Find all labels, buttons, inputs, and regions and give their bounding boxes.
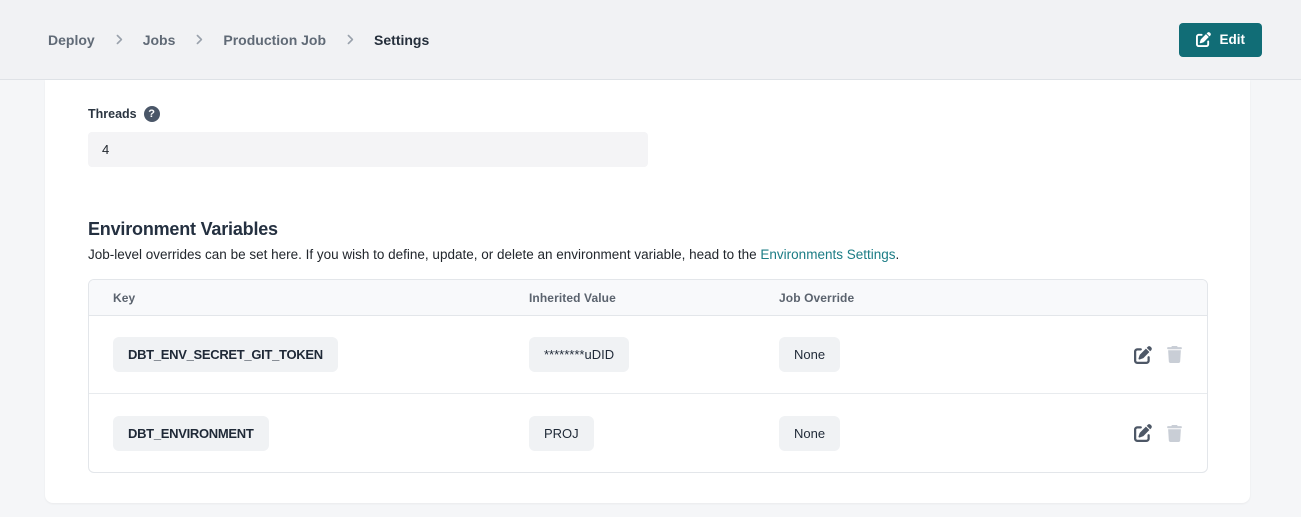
edit-row-button[interactable] [1134, 346, 1152, 364]
delete-row-button[interactable] [1167, 346, 1182, 363]
pencil-square-icon [1134, 346, 1152, 364]
job-override-value: None [779, 416, 840, 451]
threads-field-header: Threads ? [88, 106, 1208, 122]
job-override-cell: None [779, 337, 1134, 372]
description-text-end: . [896, 247, 900, 262]
env-var-key: DBT_ENVIRONMENT [113, 416, 269, 451]
question-circle-icon[interactable]: ? [144, 106, 160, 122]
row-actions [1134, 424, 1207, 442]
pencil-square-icon [1196, 32, 1211, 47]
inherited-value-cell: PROJ [529, 416, 779, 451]
trash-icon [1167, 346, 1182, 363]
chevron-right-icon [115, 33, 123, 46]
breadcrumb: Deploy Jobs Production Job Settings [48, 32, 429, 48]
section-title: Environment Variables [88, 219, 1208, 240]
threads-input[interactable]: 4 [88, 132, 648, 167]
chevron-right-icon [346, 33, 354, 46]
column-header-job-override: Job Override [779, 291, 1207, 305]
edit-button-label: Edit [1220, 32, 1246, 47]
key-cell: DBT_ENVIRONMENT [89, 416, 529, 451]
inherited-value: ********uDID [529, 337, 629, 372]
environment-variables-section: Environment Variables Job-level override… [88, 219, 1208, 473]
table-row: DBT_ENVIRONMENT PROJ None [89, 394, 1207, 472]
edit-button[interactable]: Edit [1179, 23, 1263, 57]
breadcrumb-item-settings: Settings [374, 32, 429, 48]
key-cell: DBT_ENV_SECRET_GIT_TOKEN [89, 337, 529, 372]
env-vars-table: Key Inherited Value Job Override DBT_ENV… [88, 279, 1208, 473]
threads-label: Threads [88, 107, 137, 121]
breadcrumb-item-deploy[interactable]: Deploy [48, 32, 95, 48]
pencil-square-icon [1134, 424, 1152, 442]
env-var-key: DBT_ENV_SECRET_GIT_TOKEN [113, 337, 338, 372]
table-row: DBT_ENV_SECRET_GIT_TOKEN ********uDID No… [89, 316, 1207, 394]
description-text: Job-level overrides can be set here. If … [88, 247, 760, 262]
delete-row-button[interactable] [1167, 425, 1182, 442]
trash-icon [1167, 425, 1182, 442]
settings-card: Threads ? 4 Environment Variables Job-le… [45, 80, 1250, 503]
breadcrumb-item-production-job[interactable]: Production Job [223, 32, 326, 48]
inherited-value: PROJ [529, 416, 594, 451]
topbar: Deploy Jobs Production Job Settings Edit [0, 0, 1301, 80]
chevron-right-icon [195, 33, 203, 46]
edit-row-button[interactable] [1134, 424, 1152, 442]
breadcrumb-item-jobs[interactable]: Jobs [143, 32, 176, 48]
inherited-value-cell: ********uDID [529, 337, 779, 372]
column-header-key: Key [89, 291, 529, 305]
row-actions [1134, 346, 1207, 364]
table-header-row: Key Inherited Value Job Override [89, 280, 1207, 316]
environments-settings-link[interactable]: Environments Settings [760, 247, 895, 262]
job-override-cell: None [779, 416, 1134, 451]
column-header-inherited-value: Inherited Value [529, 291, 779, 305]
section-description: Job-level overrides can be set here. If … [88, 247, 1208, 262]
job-override-value: None [779, 337, 840, 372]
